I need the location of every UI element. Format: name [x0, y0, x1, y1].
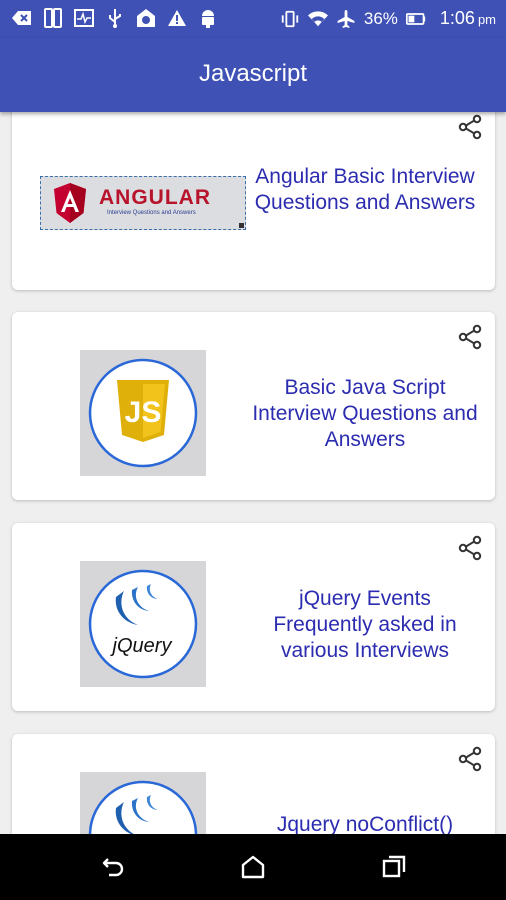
- logo-text: ANGULAR: [99, 186, 211, 209]
- recents-icon[interactable]: [381, 854, 407, 880]
- jquery-logo: jQuery: [80, 772, 206, 834]
- resize-handle: [239, 223, 244, 228]
- jquery-text: jQuery: [110, 635, 173, 657]
- content-list[interactable]: ANGULAR Interview Questions and Answers …: [0, 112, 506, 834]
- vibrate-icon: [280, 9, 300, 29]
- share-icon[interactable]: [457, 535, 483, 561]
- back-icon[interactable]: [101, 854, 127, 880]
- card-title[interactable]: Angular Basic Interview Questions and An…: [250, 164, 480, 216]
- angular-logo: ANGULAR Interview Questions and Answers: [40, 176, 246, 230]
- card-title[interactable]: Basic Java Script Interview Questions an…: [250, 375, 480, 453]
- javascript-logo: JS: [80, 350, 206, 476]
- android-face-icon: [136, 8, 156, 28]
- list-item[interactable]: JS Basic Java Script Interview Questions…: [12, 312, 495, 500]
- js-shield-icon: JS: [88, 358, 198, 468]
- clock: 1:06 pm: [439, 8, 496, 28]
- jquery-swirl-icon: jQuery: [88, 780, 198, 834]
- battery-icon: [405, 9, 426, 29]
- back-arrow-icon: [12, 8, 32, 28]
- card-title[interactable]: Jquery noConflict(): [250, 812, 480, 834]
- airplane-icon: [336, 9, 356, 29]
- list-item[interactable]: jQuery Jquery noConflict(): [12, 734, 495, 834]
- jquery-swirl-icon: jQuery: [88, 569, 198, 679]
- list-item[interactable]: ANGULAR Interview Questions and Answers …: [12, 112, 495, 290]
- navigation-bar: [0, 834, 506, 900]
- usb-icon: [105, 8, 125, 28]
- android-icon: [198, 8, 218, 28]
- home-icon[interactable]: [240, 854, 266, 880]
- logo-subtext: Interview Questions and Answers: [107, 210, 196, 216]
- js-text: JS: [125, 396, 162, 429]
- jquery-logo: jQuery: [80, 561, 206, 687]
- warning-icon: [167, 8, 187, 28]
- wifi-icon: [307, 9, 328, 29]
- share-icon[interactable]: [457, 746, 483, 772]
- activity-icon: [74, 8, 94, 28]
- share-icon[interactable]: [457, 114, 483, 140]
- page-title: Javascript: [198, 60, 308, 87]
- app-bar: Javascript: [0, 38, 506, 112]
- status-bar: 36% 1:06 pm: [0, 0, 506, 38]
- sim-icon: [43, 8, 63, 28]
- battery-percent: 36%: [363, 8, 398, 28]
- angular-shield-icon: [54, 183, 86, 223]
- share-icon[interactable]: [457, 324, 483, 350]
- list-item[interactable]: jQuery jQuery Events Frequently asked in…: [12, 523, 495, 711]
- card-title[interactable]: jQuery Events Frequently asked in variou…: [250, 586, 480, 664]
